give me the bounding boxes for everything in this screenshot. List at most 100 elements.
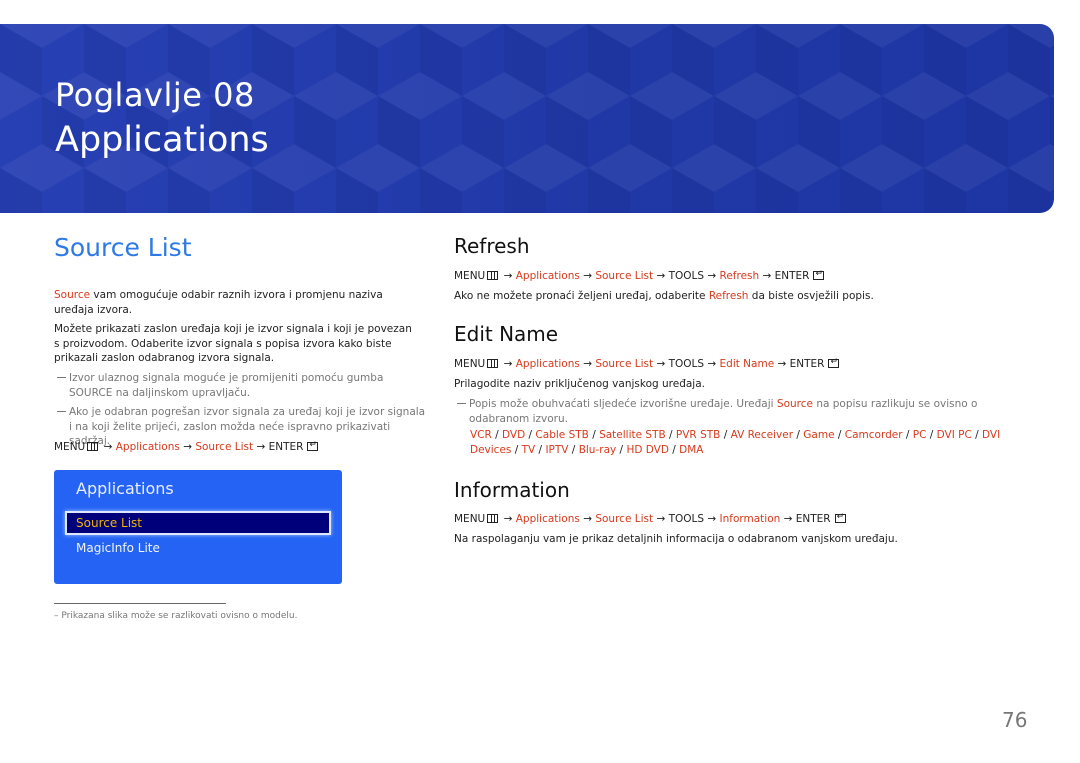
menu-item-source-list[interactable]: Source List [65, 511, 331, 535]
highlighted-term: PVR STB [675, 429, 721, 441]
text-segment: Ako ne možete pronaći željeni uređaj, od… [454, 290, 709, 302]
text-segment: MENU [454, 270, 486, 282]
edit-name-heading: Edit Name [454, 322, 559, 346]
text-segment: → [500, 270, 516, 282]
highlighted-term: HD DVD [626, 443, 669, 456]
text-segment: vam omogućuje odabir raznih izvora i pro… [54, 289, 383, 316]
highlighted-term: Applications [515, 270, 580, 282]
menu-icon [487, 359, 499, 368]
highlighted-term: Edit Name [719, 358, 775, 370]
page-number: 76 [1002, 708, 1028, 732]
footnote-divider [54, 603, 226, 604]
edit-name-menu-path: MENU → Applications → Source List → TOOL… [454, 355, 840, 372]
highlighted-term: Applications [515, 513, 580, 525]
menu-item-label: Source List [76, 516, 143, 530]
highlighted-term: Applications [515, 358, 580, 370]
enter-icon [828, 355, 840, 370]
highlighted-term: Information [719, 513, 781, 525]
text-segment: Na raspolaganju vam je prikaz detaljnih … [454, 533, 898, 545]
text-segment: → ENTER [253, 441, 304, 453]
text-segment: / [971, 429, 983, 441]
highlighted-term: Game [803, 429, 835, 441]
refresh-menu-path: MENU → Applications → Source List → TOOL… [454, 267, 825, 284]
text-segment: Prilagodite naziv priključenog vanjskog … [454, 378, 705, 390]
text-segment: / [720, 429, 731, 441]
highlighted-term: AV Receiver [730, 429, 794, 441]
highlighted-term: Source [776, 398, 813, 410]
text-segment: → [100, 441, 116, 453]
text-segment: → TOOLS → [653, 513, 720, 525]
information-heading: Information [454, 478, 570, 502]
text-segment: MENU [454, 358, 486, 370]
panel-title: Applications [76, 479, 174, 498]
highlighted-term: Cable STB [535, 429, 589, 441]
highlighted-term: Source List [195, 441, 254, 453]
menu-item-magicinfo-lite[interactable]: MagicInfo Lite [76, 541, 160, 555]
text-segment: → [500, 513, 516, 525]
refresh-heading: Refresh [454, 234, 530, 258]
text-segment: → ENTER [759, 270, 810, 282]
highlighted-term: TV [521, 443, 536, 456]
cube-pattern [0, 24, 1054, 213]
chapter-banner: Poglavlje 08 Applications [0, 24, 1054, 213]
text-segment: → [579, 513, 596, 525]
highlighted-term: IPTV [545, 443, 569, 456]
highlighted-term: Camcorder [844, 429, 903, 441]
text-segment: / [668, 443, 680, 456]
highlighted-term: Satellite STB [599, 429, 666, 441]
highlighted-term: Source List [595, 513, 654, 525]
text-segment: / [568, 443, 579, 456]
text-segment: Popis može obuhvaćati sljedeće izvorišne… [469, 398, 777, 410]
highlighted-term: Source List [595, 270, 654, 282]
information-description: Na raspolaganju vam je prikaz detaljnih … [454, 532, 898, 547]
highlighted-term: DVI PC [936, 429, 972, 441]
text-segment: → ENTER [774, 358, 825, 370]
text-segment: / [902, 429, 913, 441]
highlighted-term: Refresh [708, 290, 749, 302]
text-segment: / [926, 429, 937, 441]
text-segment: Izvor ulaznog signala moguće je promijen… [69, 372, 384, 399]
text-segment: → TOOLS → [653, 270, 720, 282]
applications-menu-panel: Applications Source List MagicInfo Lite [54, 470, 342, 584]
text-segment: MENU [54, 441, 86, 453]
text-segment: MENU [454, 513, 486, 525]
note-source-button: Izvor ulaznog signala moguće je promijen… [54, 371, 429, 400]
text-segment: → [579, 358, 596, 370]
text-segment: / [588, 429, 600, 441]
footnote: – Prikazana slika može se razlikovati ov… [54, 611, 298, 621]
text-segment: / [793, 429, 804, 441]
edit-name-note: Popis može obuhvaćati sljedeće izvorišne… [454, 397, 1039, 426]
highlighted-term: VCR [470, 429, 492, 441]
enter-icon [307, 438, 319, 453]
edit-name-description: Prilagodite naziv priključenog vanjskog … [454, 377, 705, 392]
information-menu-path: MENU → Applications → Source List → TOOL… [454, 510, 846, 527]
text-segment: → [579, 270, 596, 282]
highlighted-term: Blu-ray [578, 443, 617, 456]
source-list-description: Možete prikazati zaslon uređaja koji je … [54, 322, 414, 366]
text-segment: / [834, 429, 845, 441]
text-segment: / [616, 443, 627, 456]
text-segment: Možete prikazati zaslon uređaja koji je … [54, 323, 412, 364]
highlighted-term: Source [54, 289, 91, 301]
text-segment: / [535, 443, 546, 456]
chapter-title: Applications [55, 120, 269, 160]
chapter-number: Poglavlje 08 [55, 76, 255, 114]
refresh-description: Ako ne možete pronaći željeni uređaj, od… [454, 289, 874, 304]
text-segment: → [500, 358, 516, 370]
device-list: VCR / DVD / Cable STB / Satellite STB / … [470, 428, 1030, 457]
text-segment: da biste osvježili popis. [748, 290, 874, 302]
enter-icon [813, 267, 825, 282]
text-segment: → ENTER [780, 513, 831, 525]
source-list-intro: Source vam omogućuje odabir raznih izvor… [54, 288, 414, 317]
text-segment: / [525, 429, 536, 441]
text-segment: / [511, 443, 522, 456]
highlighted-term: Refresh [719, 270, 760, 282]
menu-icon [487, 514, 499, 523]
highlighted-term: PC [912, 429, 927, 441]
highlighted-term: Source List [595, 358, 654, 370]
menu-icon [87, 442, 99, 451]
source-list-menu-path: MENU → Applications → Source List → ENTE… [54, 438, 319, 455]
source-list-heading: Source List [54, 233, 192, 262]
text-segment: → [179, 441, 196, 453]
highlighted-term: DVD [502, 429, 526, 441]
